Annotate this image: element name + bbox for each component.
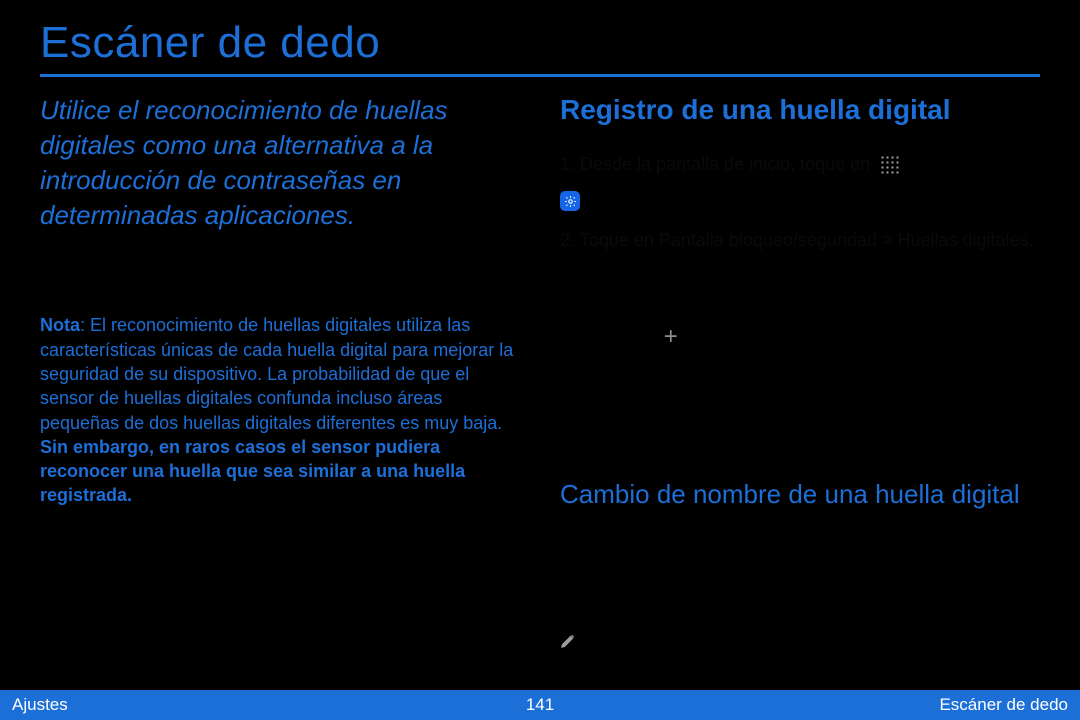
apps-icon	[880, 155, 898, 173]
page-title: Escáner de dedo	[40, 18, 1040, 68]
step2-text: 2. Toque en Pantalla bloqueo/seguridad >…	[560, 227, 1034, 254]
body-columns: Utilice el reconocimiento de huellas dig…	[0, 77, 1080, 664]
left-column: Utilice el reconocimiento de huellas dig…	[40, 93, 520, 664]
step-1: 1. Desde la pantalla de inicio, toque en…	[560, 151, 1040, 215]
step1-text-b: >	[1019, 151, 1030, 178]
footer-bar: Ajustes 141 Escáner de dedo	[0, 690, 1080, 720]
step-2: 2. Toque en Pantalla bloqueo/seguridad >…	[560, 227, 1040, 254]
section2-edit-label: Editar	[586, 625, 633, 652]
note-block: Nota: El reconocimiento de huellas digit…	[40, 313, 520, 507]
footer-right: Escáner de dedo	[939, 695, 1068, 715]
note-body: : El reconocimiento de huellas digitales…	[40, 315, 513, 432]
step-3: 3. Toque en + Añadir huella digital y si…	[560, 324, 1040, 415]
step1-text-c: .	[659, 188, 664, 215]
step1-settings-label: Ajustes	[590, 188, 649, 215]
step3-text-b: y siga las indicaciones para registrar u…	[560, 361, 1040, 415]
section2-body-b: .	[643, 625, 648, 652]
step1-apps-label: Aplicaciones	[908, 151, 1009, 178]
note-bold: Sin embargo, en raros casos el sensor pu…	[40, 437, 465, 506]
settings-icon	[560, 191, 580, 211]
section1-title: Registro de una huella digital	[560, 93, 1040, 127]
page: Escáner de dedo Utilice el reconocimient…	[0, 0, 1080, 720]
note-label: Nota	[40, 315, 80, 335]
pencil-icon	[560, 630, 576, 646]
step3-text-a: 3. Toque en	[560, 324, 654, 351]
steps-list: 1. Desde la pantalla de inicio, toque en…	[560, 151, 1040, 415]
footer-left: Ajustes	[12, 695, 68, 715]
step3-plus-label: Añadir huella digital	[688, 324, 845, 351]
section2-title: Cambio de nombre de una huella digital	[560, 479, 1040, 510]
plus-icon: +	[664, 325, 678, 349]
footer-page-number: 141	[0, 695, 1080, 715]
section2-body: El nombre que se emplea para identificar…	[560, 534, 1040, 652]
section2-body-text: El nombre que se emplea para identificar…	[560, 534, 1040, 615]
step1-text-a: 1. Desde la pantalla de inicio, toque en	[560, 151, 870, 178]
right-column: Registro de una huella digital 1. Desde …	[560, 93, 1040, 664]
intro-text: Utilice el reconocimiento de huellas dig…	[40, 93, 520, 233]
title-area: Escáner de dedo	[0, 0, 1080, 68]
